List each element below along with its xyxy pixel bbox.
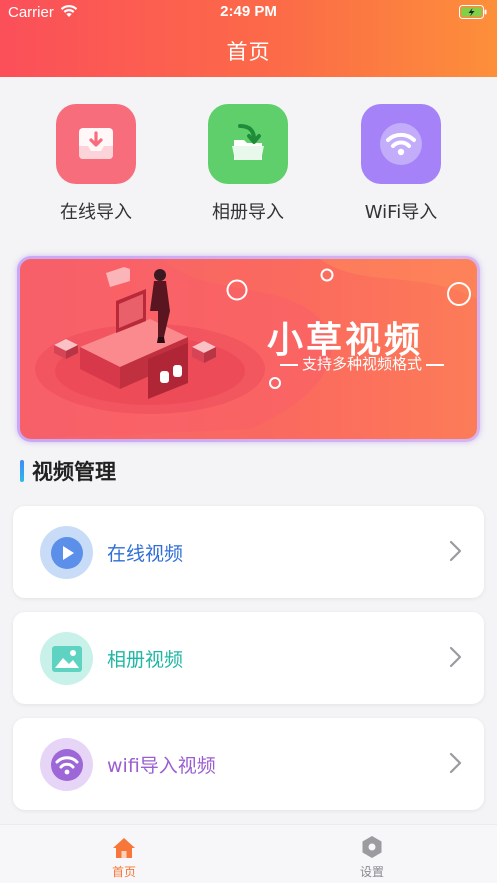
album-import-button[interactable]: 相册导入 [178, 104, 318, 224]
chevron-right-icon [448, 752, 462, 778]
online-video-label: 在线视频 [107, 543, 184, 565]
home-icon [84, 833, 164, 859]
section-title: 视频管理 [32, 460, 116, 484]
gear-icon [332, 833, 412, 859]
banner-subtitle: 支持多种视频格式 [267, 353, 457, 374]
promo-banner[interactable]: 小草视频 支持多种视频格式 [17, 256, 480, 442]
nav-header: Carrier 2:49 PM 首页 [0, 0, 497, 77]
wifi-icon [40, 738, 93, 791]
wifi-import-label: WiFi导入 [364, 202, 438, 223]
banner-content: 小草视频 支持多种视频格式 [20, 259, 477, 439]
online-import-label: 在线导入 [60, 202, 132, 223]
online-import-button[interactable]: 在线导入 [26, 104, 166, 224]
wifi-icon [361, 104, 441, 184]
folder-import-icon [208, 104, 288, 184]
album-video-label: 相册视频 [107, 649, 184, 671]
image-icon [40, 632, 93, 685]
chevron-right-icon [448, 646, 462, 672]
online-video-card[interactable]: 在线视频 [13, 506, 484, 598]
tab-home[interactable]: 首页 [84, 833, 164, 880]
status-bar: Carrier 2:49 PM [0, 0, 497, 26]
chevron-right-icon [448, 540, 462, 566]
tab-settings[interactable]: 设置 [332, 833, 412, 880]
page-title: 首页 [226, 40, 271, 64]
tab-bar: 首页 设置 [0, 824, 497, 883]
download-tray-icon [56, 104, 136, 184]
wifi-video-label: wifi导入视频 [107, 755, 216, 777]
tab-home-label: 首页 [111, 865, 136, 879]
quick-actions: 在线导入 相册导入 WiFi导入 [0, 104, 497, 229]
battery-charging-icon [459, 5, 487, 24]
play-icon [40, 526, 93, 579]
album-video-card[interactable]: 相册视频 [13, 612, 484, 704]
tab-settings-label: 设置 [359, 865, 384, 879]
wifi-video-card[interactable]: wifi导入视频 [13, 718, 484, 810]
clock: 2:49 PM [220, 3, 277, 20]
album-import-label: 相册导入 [212, 202, 284, 223]
wifi-import-button[interactable]: WiFi导入 [331, 104, 471, 224]
